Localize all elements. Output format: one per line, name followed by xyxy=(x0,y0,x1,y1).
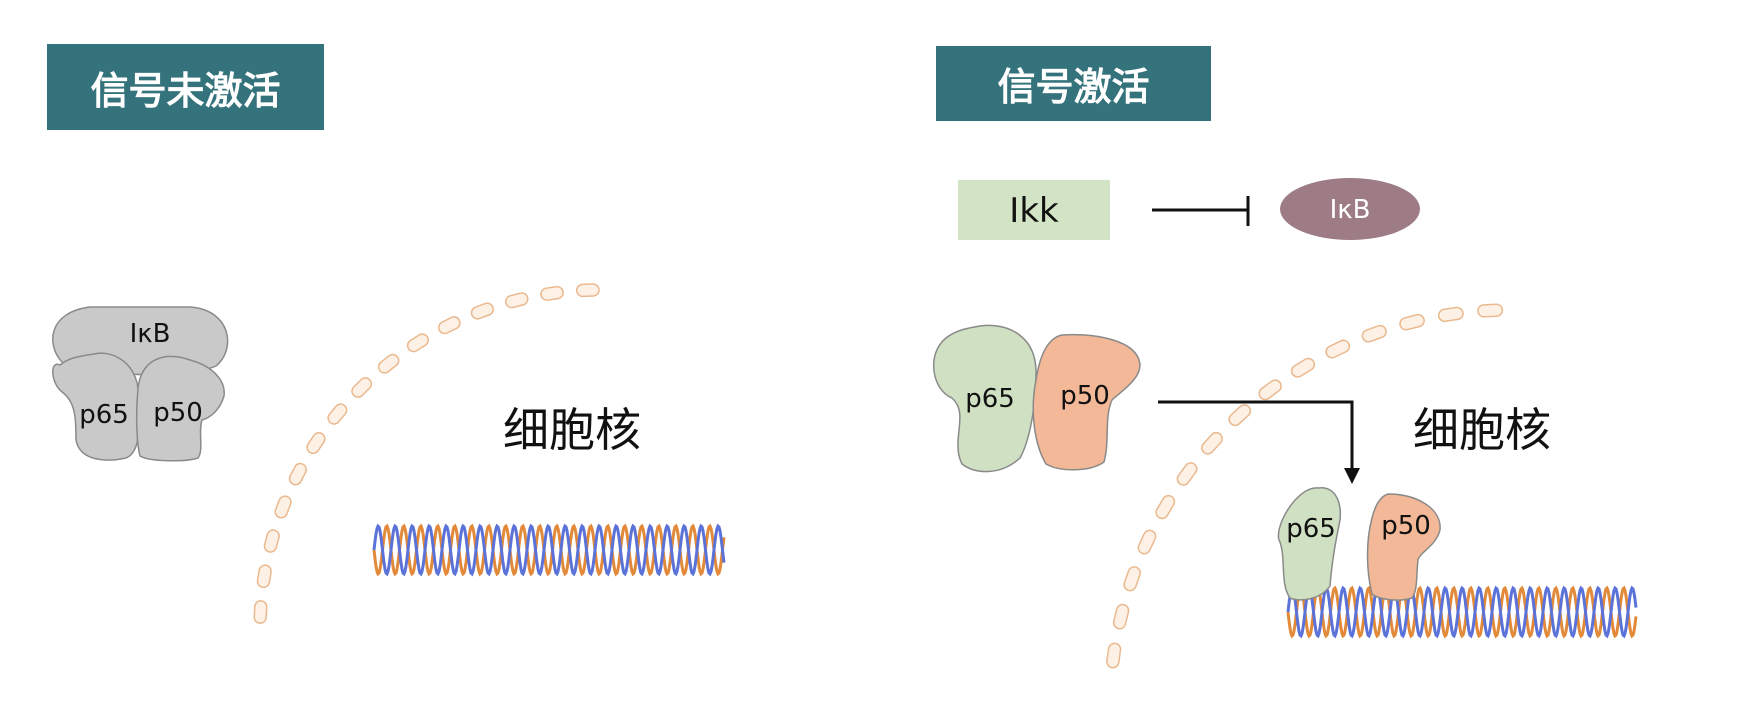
membrane-segment xyxy=(1228,404,1252,427)
membrane-segment xyxy=(1176,462,1198,486)
membrane-segment xyxy=(1290,357,1316,378)
ikk-label: Ikk xyxy=(1009,191,1059,231)
membrane-segment xyxy=(1106,642,1122,669)
inhibition-arrow xyxy=(1152,196,1250,226)
membrane-segment xyxy=(274,495,292,519)
ikb-label-inactive: IκB xyxy=(130,319,171,349)
diagram-canvas: IκB p65 p50 细胞核 Ikk IκB p65 p50 细胞核 p65 … xyxy=(52,178,1638,669)
p50-subunit-bound xyxy=(1366,493,1441,601)
membrane-segment xyxy=(253,600,268,624)
dna-helix-left xyxy=(372,523,726,577)
membrane-segment xyxy=(540,285,564,301)
nucleus-label-left: 细胞核 xyxy=(503,403,641,457)
membrane-segment xyxy=(1201,431,1223,455)
membrane-segment xyxy=(406,333,430,353)
membrane-segment xyxy=(437,316,461,335)
membrane-segment xyxy=(288,462,307,486)
membrane-segment xyxy=(1258,379,1282,401)
membrane-segment xyxy=(1477,303,1504,318)
membrane-segment xyxy=(327,403,348,425)
p50-label-bound: p50 xyxy=(1381,511,1431,541)
p50-label-inactive: p50 xyxy=(153,398,203,428)
membrane-segment xyxy=(306,431,326,455)
membrane-segment xyxy=(575,283,600,298)
p65-label-inactive: p65 xyxy=(79,400,129,430)
nucleus-label-right: 细胞核 xyxy=(1413,403,1551,457)
membrane-segment xyxy=(1361,324,1387,343)
inactive-complex: IκB p65 p50 xyxy=(52,306,229,462)
membrane-segment xyxy=(256,564,272,589)
membrane-segment xyxy=(263,529,280,553)
membrane-segment xyxy=(1325,339,1351,359)
membrane-segment xyxy=(1399,313,1425,331)
dna-helix-right xyxy=(1286,585,1638,639)
membrane-segment xyxy=(1112,603,1130,630)
dna-bound-dimer: p65 p50 xyxy=(1277,487,1441,601)
membrane-segment xyxy=(351,377,373,398)
p50-label-cyto: p50 xyxy=(1060,381,1110,411)
membrane-segment xyxy=(470,302,494,320)
cytoplasmic-dimer: p65 p50 xyxy=(932,324,1141,473)
membrane-segment xyxy=(505,292,529,309)
ikb-label-active: IκB xyxy=(1330,195,1371,225)
membrane-segment xyxy=(1155,494,1176,520)
membrane-segment xyxy=(377,353,400,374)
membrane-segment xyxy=(1437,306,1464,323)
p65-label-bound: p65 xyxy=(1286,514,1336,544)
p65-label-cyto: p65 xyxy=(965,384,1015,414)
membrane-segment xyxy=(1137,529,1157,555)
membrane-segment xyxy=(1123,566,1141,592)
